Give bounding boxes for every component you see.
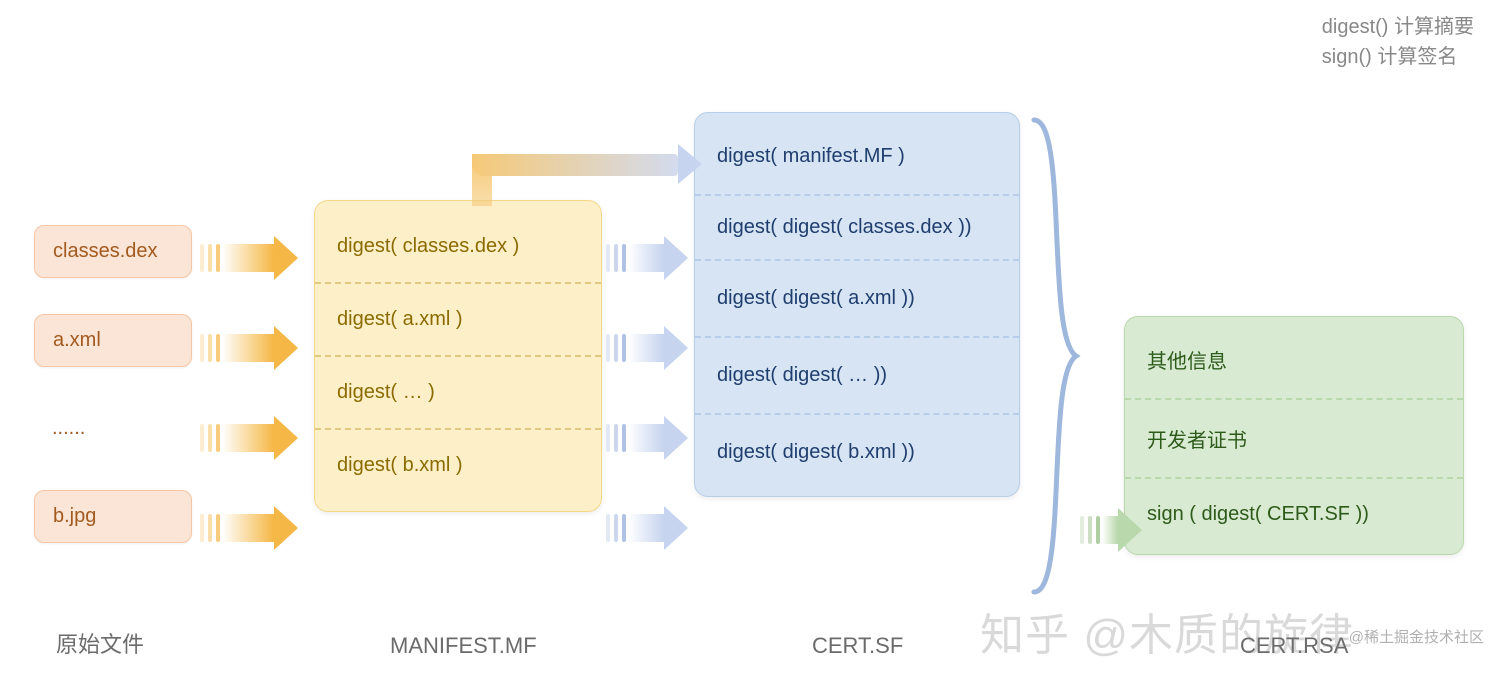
arrow-mf-to-sf-2 <box>606 326 688 370</box>
manifest-mf-box: digest( classes.dex ) digest( a.xml ) di… <box>314 200 602 512</box>
source-file-ellipsis: ...... <box>34 403 192 454</box>
brace-sf-to-rsa <box>1028 116 1084 596</box>
manifest-mf-column: digest( classes.dex ) digest( a.xml ) di… <box>314 200 602 512</box>
arrow-mf-to-sf-4 <box>606 506 688 550</box>
rsa-row-sign: sign ( digest( CERT.SF )) <box>1125 479 1463 550</box>
watermark-corner: @稀土掘金技术社区 <box>1349 626 1484 647</box>
rsa-row-other-info: 其他信息 <box>1125 321 1463 400</box>
sf-row-a-xml: digest( digest( a.xml )) <box>695 261 1019 338</box>
rsa-row-dev-cert: 开发者证书 <box>1125 400 1463 479</box>
sf-row-ellipsis: digest( digest( … )) <box>695 338 1019 415</box>
arrow-src-to-mf-3 <box>200 416 298 460</box>
mf-row-b-xml: digest( b.xml ) <box>315 430 601 501</box>
cert-sf-box: digest( manifest.MF ) digest( digest( cl… <box>694 112 1020 497</box>
arrow-mf-to-sf-3 <box>606 416 688 460</box>
source-file-classes-dex: classes.dex <box>34 225 192 278</box>
sf-row-manifest: digest( manifest.MF ) <box>695 119 1019 196</box>
cert-rsa-column: 其他信息 开发者证书 sign ( digest( CERT.SF )) <box>1124 316 1464 555</box>
label-manifest-mf: MANIFEST.MF <box>390 633 537 659</box>
arrow-mf-to-sf-1 <box>606 236 688 280</box>
mf-row-classes-dex: digest( classes.dex ) <box>315 211 601 284</box>
legend: digest() 计算摘要 sign() 计算签名 <box>1322 12 1474 72</box>
mf-row-ellipsis: digest( … ) <box>315 357 601 430</box>
source-files-column: classes.dex a.xml ...... b.jpg <box>34 225 192 579</box>
label-cert-sf: CERT.SF <box>812 633 903 659</box>
arrow-src-to-mf-1 <box>200 236 298 280</box>
cert-rsa-box: 其他信息 开发者证书 sign ( digest( CERT.SF )) <box>1124 316 1464 555</box>
cert-sf-column: digest( manifest.MF ) digest( digest( cl… <box>694 112 1020 497</box>
legend-line-1: digest() 计算摘要 <box>1322 12 1474 42</box>
source-file-b-jpg: b.jpg <box>34 490 192 543</box>
sf-row-classes-dex: digest( digest( classes.dex )) <box>695 196 1019 261</box>
arrow-src-to-mf-2 <box>200 326 298 370</box>
legend-line-2: sign() 计算签名 <box>1322 42 1474 72</box>
arrow-sf-to-rsa <box>1080 508 1142 552</box>
label-source-files: 原始文件 <box>56 627 144 659</box>
sf-row-b-xml: digest( digest( b.xml )) <box>695 415 1019 490</box>
mf-row-a-xml: digest( a.xml ) <box>315 284 601 357</box>
arrow-src-to-mf-4 <box>200 506 298 550</box>
arrow-mf-to-sf-manifest <box>472 136 702 206</box>
source-file-a-xml: a.xml <box>34 314 192 367</box>
label-cert-rsa: CERT.RSA <box>1240 633 1348 659</box>
